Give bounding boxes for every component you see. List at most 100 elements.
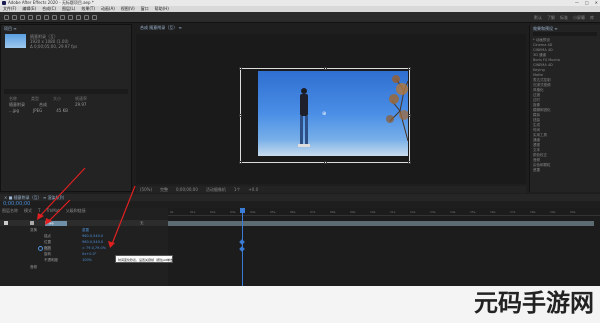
ruler-tick: 12s xyxy=(410,210,416,214)
project-columns-header: 名称 类型 大小 帧速率 xyxy=(4,96,128,101)
ruler-tick: 17s xyxy=(510,210,516,214)
transform-handle[interactable] xyxy=(408,67,411,70)
timeline-current-time[interactable]: 0;00;00;00 xyxy=(3,201,30,207)
transform-handle[interactable] xyxy=(239,161,242,164)
timeline-tabs[interactable]: × ■ 随意附录（互） ≡ 渲染队列 xyxy=(0,194,600,201)
home-tool-icon[interactable] xyxy=(4,15,9,20)
app-window: Adobe After Effects 2020 - 无标题项目.aep * —… xyxy=(0,0,600,286)
column-parent[interactable]: 父级和链接 xyxy=(66,208,86,213)
row-type: 合成 xyxy=(39,102,47,107)
ruler-tick: 19s xyxy=(550,210,556,214)
transform-handle[interactable] xyxy=(408,161,411,164)
effects-presets-panel: 效果和预设 ≡ * 动画预设 Cinema 4D CINEMA 4D 3D 通道… xyxy=(529,25,600,192)
property-rotation: 旋转 xyxy=(44,252,51,256)
row-fps: 29.97 xyxy=(75,102,87,107)
column-trkmat[interactable]: TrkMat xyxy=(46,208,59,213)
shape-tool-icon[interactable] xyxy=(60,15,65,20)
camera-tool-icon[interactable] xyxy=(44,15,49,20)
position-value[interactable]: 960.0,540.0 xyxy=(82,240,103,244)
property-opacity: 不透明度 xyxy=(44,258,58,262)
workspace-libraries[interactable]: 库 xyxy=(590,15,594,21)
transform-reset-link[interactable]: 重置 xyxy=(82,228,89,233)
ruler-tick: 15s xyxy=(470,210,476,214)
effect-category[interactable]: CINEMA 4D xyxy=(533,48,553,52)
ruler-tick: 04s xyxy=(250,210,256,214)
composition-tab[interactable]: 合成 随意附录（互） ≡ xyxy=(140,25,182,31)
puppet-tool-icon[interactable] xyxy=(92,15,97,20)
column-mode[interactable]: 模式 xyxy=(24,208,32,213)
property-transform[interactable]: 变换 xyxy=(30,228,37,233)
property-scale: 缩放 xyxy=(44,246,51,251)
transform-handle[interactable] xyxy=(239,67,242,70)
table-row[interactable]: ...jpg JPEG 45 KB xyxy=(4,108,128,113)
project-panel: 项目 ≡ 随意附录（互） 1920 x 1080 (1.00) Δ 0;00;0… xyxy=(0,24,132,192)
row-name: 随意附录 xyxy=(9,102,25,107)
effects-search-input[interactable] xyxy=(533,32,597,36)
transform-handle[interactable] xyxy=(324,161,327,164)
selection-tool-icon[interactable] xyxy=(12,15,17,20)
project-search-input[interactable] xyxy=(4,89,128,94)
effect-category[interactable]: Keying xyxy=(533,68,545,72)
ruler-tick: 05s xyxy=(270,210,276,214)
zoom-tool-icon[interactable] xyxy=(28,15,33,20)
time-ruler[interactable]: 0s 01s 02s 03s 04s 05s 06s 07s 08s 09s 1… xyxy=(168,208,600,216)
project-tab[interactable]: 项目 ≡ xyxy=(4,26,17,32)
transform-handle[interactable] xyxy=(408,114,411,117)
watermark: 元码手游网 xyxy=(474,289,594,317)
effect-category[interactable]: 遮罩 xyxy=(533,168,540,173)
column-name[interactable]: 名称 xyxy=(9,96,17,101)
camera-select[interactable]: 活动摄像机 xyxy=(206,186,226,193)
visibility-eye-icon[interactable] xyxy=(4,221,8,225)
project-item-info: 随意附录（互） 1920 x 1080 (1.00) Δ 0;00;05;00,… xyxy=(30,34,77,49)
hand-tool-icon[interactable] xyxy=(20,15,25,20)
column-fps[interactable]: 帧速率 xyxy=(75,96,87,101)
anchor-point-value[interactable]: 960.0,540.0 xyxy=(82,234,103,238)
table-row[interactable]: 随意附录 合成 29.97 xyxy=(4,102,128,107)
rotation-value[interactable]: 0x+0.0° xyxy=(82,252,97,256)
ruler-tick: 02s xyxy=(210,210,216,214)
workspace-small-screen[interactable]: 小屏幕 xyxy=(573,15,585,21)
effect-category[interactable]: Boris FX Mocha xyxy=(533,58,560,62)
pan-behind-tool-icon[interactable] xyxy=(52,15,57,20)
workspace-standard[interactable]: 标准 xyxy=(560,15,568,21)
layer-duration-bar[interactable] xyxy=(168,221,594,226)
views-select[interactable]: 1个 xyxy=(234,186,241,193)
workspace-learn[interactable]: 了解 xyxy=(547,15,555,21)
timeline-columns-header: 图层名称 模式 T TrkMat 父级和链接 xyxy=(2,208,168,213)
workspace-default[interactable]: 默认 xyxy=(534,15,542,21)
row-type: JPEG xyxy=(33,108,43,113)
brush-tool-icon[interactable] xyxy=(84,15,89,20)
resolution-select[interactable]: 完整 xyxy=(160,186,168,193)
column-t[interactable]: T xyxy=(38,208,40,213)
ruler-tick: 08s xyxy=(330,210,336,214)
column-type[interactable]: 类型 xyxy=(31,96,39,101)
transform-handle[interactable] xyxy=(239,114,242,117)
column-size[interactable]: 大小 xyxy=(53,96,61,101)
property-audio[interactable]: 音频 xyxy=(30,265,37,270)
effect-category[interactable]: CINEMA 4D xyxy=(533,63,553,67)
ruler-tick: 09s xyxy=(350,210,356,214)
rotate-tool-icon[interactable] xyxy=(36,15,41,20)
zoom-level[interactable]: (50%) xyxy=(140,186,152,193)
layer-bounding-box[interactable] xyxy=(239,67,411,164)
ruler-tick: 20s xyxy=(570,210,576,214)
parent-select[interactable]: 无 xyxy=(140,221,144,226)
exposure-value[interactable]: +0.0 xyxy=(248,186,258,193)
pen-tool-icon[interactable] xyxy=(68,15,73,20)
ruler-tick: 14s xyxy=(450,210,456,214)
layer-name[interactable]: 1.jpg xyxy=(45,221,67,226)
scale-value[interactable]: ∞ 79.0,79.0% xyxy=(82,246,106,250)
current-time[interactable]: 0;00;00;00 xyxy=(176,186,198,193)
row-size: 45 KB xyxy=(56,108,68,113)
layer-color-swatch[interactable] xyxy=(30,221,34,225)
opacity-value[interactable]: 100% xyxy=(82,258,92,262)
timeline-graph-area[interactable] xyxy=(168,208,600,286)
stopwatch-icon[interactable] xyxy=(38,246,43,251)
ruler-tick: 06s xyxy=(290,210,296,214)
transform-handle[interactable] xyxy=(324,67,327,70)
effect-category[interactable]: Cinema 4D xyxy=(533,43,552,47)
playhead-handle[interactable] xyxy=(240,208,245,213)
text-tool-icon[interactable] xyxy=(76,15,81,20)
effect-category[interactable]: Matte xyxy=(533,73,543,77)
column-layer-name[interactable]: 图层名称 xyxy=(2,208,18,213)
